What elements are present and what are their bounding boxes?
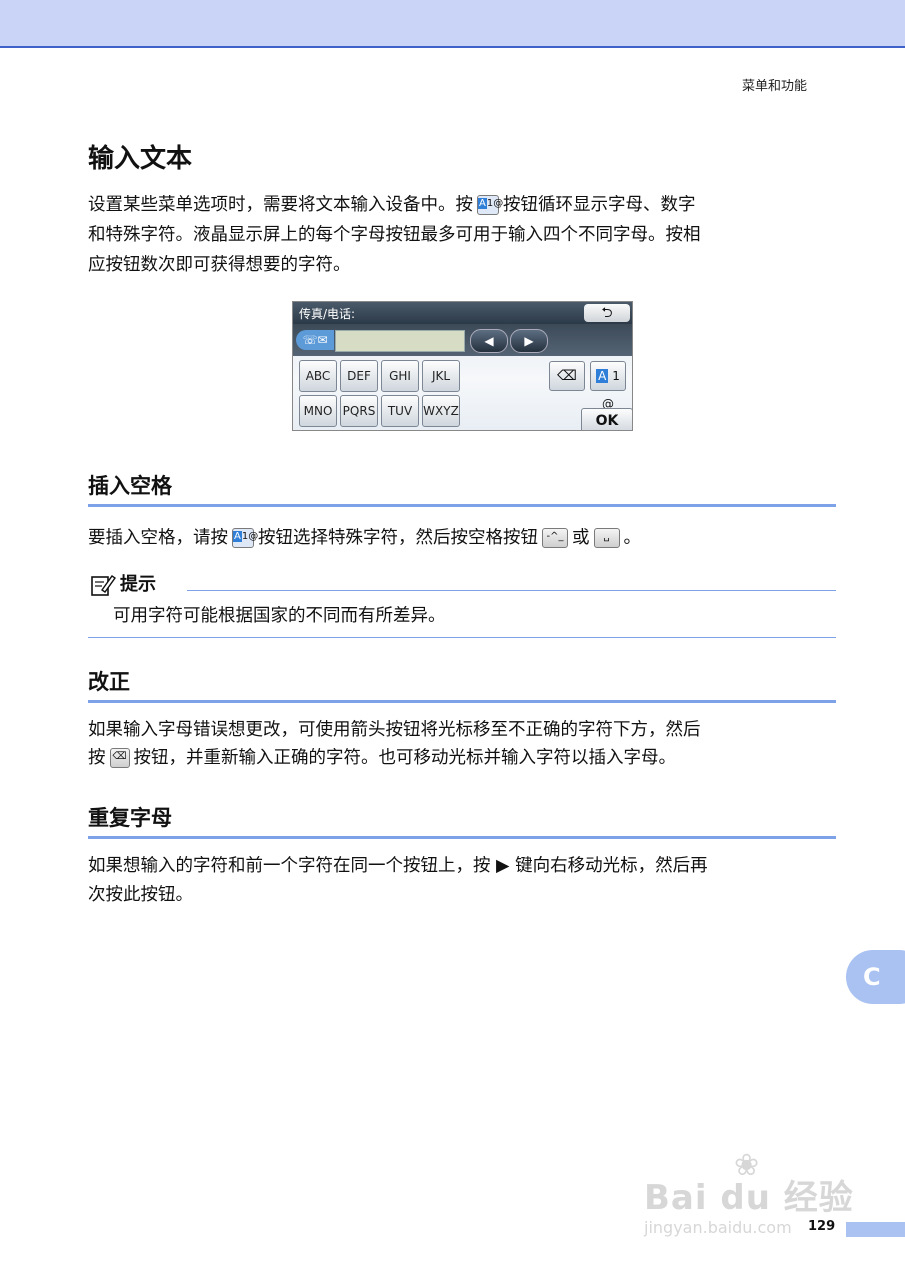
intro-line-3: 应按钮数次即可获得想要的字符。	[88, 255, 351, 275]
insert-space-text: 要插入空格，请按 A1@按钮选择特殊字符，然后按空格按钮 -^_ 或 ␣。	[88, 528, 641, 548]
a1-key-icon: A1@	[232, 528, 258, 548]
lcd-key-abc: ABC	[299, 360, 337, 392]
note-pencil-icon	[91, 575, 116, 596]
running-header: 菜单和功能	[741, 79, 807, 94]
lcd-key-jkl: JKL	[422, 360, 460, 392]
lcd-key-tuv: TUV	[381, 395, 419, 427]
page-title: 输入文本	[88, 144, 193, 174]
tip-heading: 提示	[90, 570, 156, 597]
a1-key-icon: A1@	[477, 195, 503, 215]
space-key-icon-2: ␣	[593, 528, 620, 548]
fax-mail-icon: ☏✉	[296, 330, 334, 350]
lcd-label: 传真/电话:	[299, 307, 356, 321]
page-number-bar	[846, 1222, 905, 1237]
repeat-line-2: 次按此按钮。	[88, 885, 193, 905]
lcd-key-def: DEF	[340, 360, 378, 392]
heading-insert-space: 插入空格	[88, 470, 836, 507]
lcd-input-row: ☏✉ ◀ ▶	[293, 324, 632, 356]
delete-key-icon: ⌫	[109, 748, 130, 768]
lcd-ok-button: OK	[581, 408, 632, 430]
heading-correction: 改正	[88, 666, 836, 703]
backspace-icon: ⌫	[549, 361, 585, 391]
heading-repeat-letters: 重复字母	[88, 802, 836, 839]
right-arrow-icon: ▶	[510, 329, 548, 353]
top-band	[0, 0, 905, 48]
lcd-mode-key: A 1 @	[590, 361, 626, 411]
lcd-key-mno: MNO	[299, 395, 337, 427]
correction-line-2: 按 ⌫ 按钮，并重新输入正确的字符。也可移动光标并输入字符以插入字母。	[88, 748, 676, 768]
tip-text: 可用字符可能根据国家的不同而有所差异。	[113, 606, 446, 626]
correction-line-1: 如果输入字母错误想更改，可使用箭头按钮将光标移至不正确的字符下方，然后	[88, 720, 701, 740]
page-number: 129	[808, 1219, 836, 1234]
tip-rule	[187, 590, 836, 591]
lcd-screen-image: 传真/电话: ⮌ ☏✉ ◀ ▶ ABC DEF GHI JKL MNO PQRS…	[292, 301, 633, 431]
lcd-key-pqrs: PQRS	[340, 395, 378, 427]
tip-bottom-rule	[88, 637, 836, 638]
left-arrow-icon: ◀	[470, 329, 508, 353]
lcd-title-bar: 传真/电话: ⮌	[293, 302, 632, 324]
intro-line-1: 设置某些菜单选项时，需要将文本输入设备中。按 A1@按钮循环显示字母、数字	[88, 195, 696, 215]
intro-line-2: 和特殊字符。液晶显示屏上的每个字母按钮最多可用于输入四个不同字母。按相	[88, 225, 701, 245]
repeat-line-1: 如果想输入的字符和前一个字符在同一个按钮上，按 ▶ 键向右移动光标，然后再	[88, 856, 708, 876]
lcd-back-button: ⮌	[584, 304, 630, 322]
lcd-text-field	[335, 330, 465, 352]
space-key-icon-1: -^_	[542, 528, 568, 548]
appendix-tab: C	[846, 950, 905, 1004]
lcd-key-wxyz: WXYZ	[422, 395, 460, 427]
lcd-key-ghi: GHI	[381, 360, 419, 392]
